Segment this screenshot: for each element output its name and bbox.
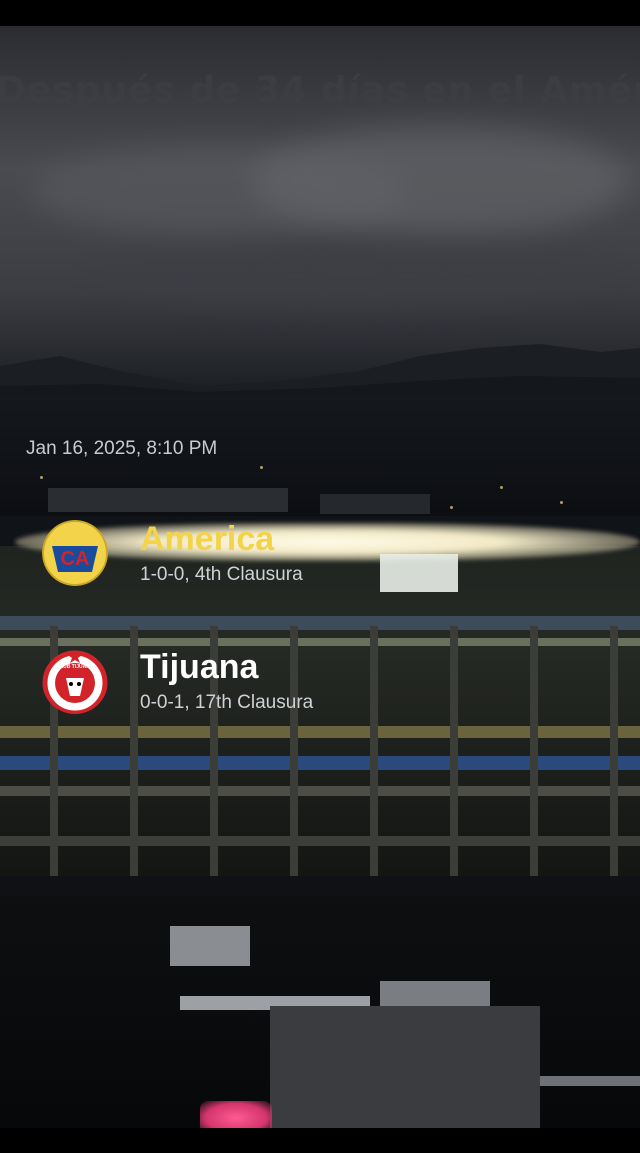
cloud-shape — [100, 246, 600, 306]
bottom-letterbox — [0, 1128, 640, 1153]
svg-text:CA: CA — [61, 548, 90, 570]
cloud-shape — [250, 126, 630, 236]
home-team-record: 1-0-0, 4th Clausura — [140, 564, 303, 585]
home-team-name: America — [140, 520, 275, 558]
match-datetime: Jan 16, 2025, 8:10 PM — [26, 438, 218, 459]
video-screen: Después de 34 días en el Amér Jan 16, 20… — [0, 0, 640, 1153]
away-team-row[interactable]: CLUB TIJUANA Tijuana 0-0-1, 17th Clausur… — [42, 648, 602, 728]
svg-text:CLUB TIJUANA: CLUB TIJUANA — [57, 664, 94, 670]
away-team-name: Tijuana — [140, 648, 259, 686]
home-team-row[interactable]: CA America 1-0-0, 4th Clausura — [42, 520, 602, 600]
video-caption: Después de 34 días en el Amér — [0, 70, 640, 111]
club-america-crest-icon: CA — [42, 520, 108, 586]
foreground-buildings — [0, 896, 640, 1128]
away-team-record: 0-0-1, 17th Clausura — [140, 692, 314, 713]
pink-light — [200, 1101, 272, 1128]
club-tijuana-crest-icon: CLUB TIJUANA — [42, 650, 108, 714]
